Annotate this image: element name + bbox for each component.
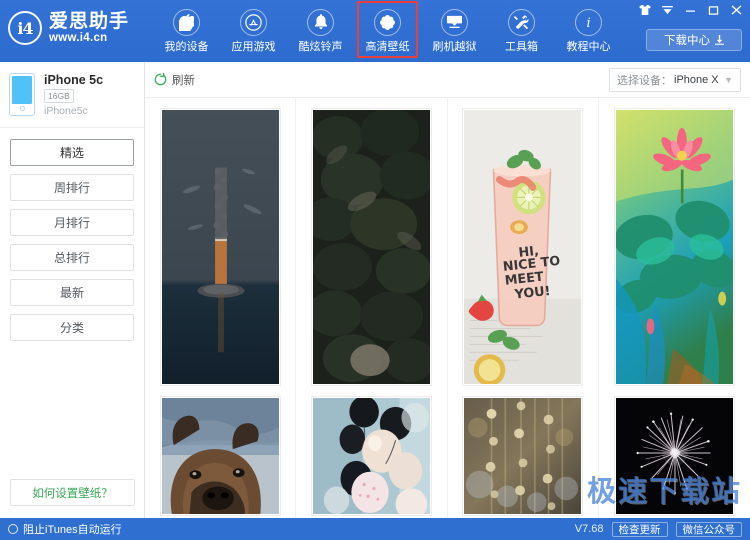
logo-url: www.i4.cn xyxy=(49,32,129,44)
lotus-painting-wallpaper[interactable] xyxy=(615,109,734,385)
cigarette-ash-wallpaper[interactable] xyxy=(161,109,280,385)
sidebar-item-categories[interactable]: 分类 xyxy=(10,314,134,341)
wallpaper-cell[interactable] xyxy=(296,98,447,389)
bokeh-lights-wallpaper[interactable] xyxy=(463,397,582,515)
nav-label: 刷机越狱 xyxy=(433,38,477,54)
download-arrow-icon xyxy=(715,35,724,45)
sidebar-item-monthly-rank[interactable]: 月排行 xyxy=(10,209,134,236)
device-name: iPhone 5c xyxy=(44,73,103,87)
nav-item-hd-wallpapers[interactable]: 高清壁纸 xyxy=(354,0,421,62)
nav-label: 工具箱 xyxy=(505,38,538,54)
sidebar-item-latest[interactable]: 最新 xyxy=(10,279,134,306)
wallpaper-cell[interactable] xyxy=(145,98,296,389)
window-controls xyxy=(637,3,744,17)
device-model: iPhone5c xyxy=(44,105,103,117)
sidebar-item-weekly-rank[interactable]: 周排行 xyxy=(10,174,134,201)
nav-item-apps-games[interactable]: 应用游戏 xyxy=(220,0,287,62)
refresh-icon xyxy=(154,73,167,86)
how-to-set-wallpaper-link[interactable]: 如何设置壁纸？ xyxy=(10,479,135,506)
device-select-dropdown[interactable]: 选择设备： iPhone X ▼ xyxy=(609,68,741,92)
minimize-icon[interactable] xyxy=(683,3,698,17)
nav-item-my-device[interactable]: 我的设备 xyxy=(153,0,220,62)
fireworks-wallpaper[interactable] xyxy=(615,397,734,515)
dark-leaves-wallpaper[interactable] xyxy=(312,109,431,385)
refresh-label: 刷新 xyxy=(172,72,195,88)
sidebar-item-total-rank[interactable]: 总排行 xyxy=(10,244,134,271)
wechat-official-button[interactable]: 微信公众号 xyxy=(676,522,743,537)
wallpaper-cell[interactable] xyxy=(145,389,296,519)
nav-item-tutorial-center[interactable]: i 教程中心 xyxy=(555,0,622,62)
bell-icon xyxy=(307,9,334,36)
iphone-icon xyxy=(9,73,35,116)
apple-icon xyxy=(173,9,200,36)
fruit-drink-wallpaper[interactable]: HI, NICE TO MEET YOU! xyxy=(463,109,582,385)
wallpaper-cell[interactable] xyxy=(296,389,447,519)
flower-icon xyxy=(374,9,401,36)
content-area: 刷新 选择设备： iPhone X ▼ xyxy=(145,62,750,518)
logo-title: 爱思助手 xyxy=(49,12,129,32)
app-window: i4 爱思助手 www.i4.cn 我的设备 应用游戏 xyxy=(0,0,750,540)
nav-item-flash-jailbreak[interactable]: 刷机越狱 xyxy=(421,0,488,62)
wallpaper-cell[interactable] xyxy=(448,389,599,519)
status-bar: 阻止iTunes自动运行 V7.68 检查更新 微信公众号 xyxy=(0,518,750,540)
dog-portrait-wallpaper[interactable] xyxy=(161,397,280,515)
content-toolbar: 刷新 选择设备： iPhone X ▼ xyxy=(145,62,750,98)
download-center-label: 下载中心 xyxy=(664,32,710,48)
chevron-down-icon[interactable] xyxy=(660,3,675,17)
nav-label: 教程中心 xyxy=(567,38,611,54)
wallpaper-cell[interactable]: HI, NICE TO MEET YOU! xyxy=(448,98,599,389)
close-icon[interactable] xyxy=(729,3,744,17)
nav-label: 酷炫铃声 xyxy=(299,38,343,54)
block-itunes-checkbox[interactable]: 阻止iTunes自动运行 xyxy=(8,521,122,537)
svg-text:i: i xyxy=(586,16,590,31)
version-label: V7.68 xyxy=(575,523,604,535)
nav-label: 我的设备 xyxy=(165,38,209,54)
app-logo: i4 爱思助手 www.i4.cn xyxy=(8,11,129,45)
wallpaper-cell[interactable] xyxy=(599,389,750,519)
check-update-button[interactable]: 检查更新 xyxy=(612,522,668,537)
main-nav: 我的设备 应用游戏 酷炫铃声 xyxy=(153,0,622,62)
block-itunes-label: 阻止iTunes自动运行 xyxy=(23,521,122,537)
maximize-icon[interactable] xyxy=(706,3,721,17)
device-capacity-badge: 16GB xyxy=(44,89,74,103)
nav-item-ringtones[interactable]: 酷炫铃声 xyxy=(287,0,354,62)
tools-icon xyxy=(508,9,535,36)
nav-label: 应用游戏 xyxy=(232,38,276,54)
sidebar-menu: 精选 周排行 月排行 总排行 最新 分类 xyxy=(0,128,144,341)
info-icon: i xyxy=(575,9,602,36)
i4-logo-icon: i4 xyxy=(8,11,42,45)
appstore-icon xyxy=(240,9,267,36)
wallpaper-grid: HI, NICE TO MEET YOU! xyxy=(145,98,750,518)
device-select-value: iPhone X xyxy=(674,74,719,86)
skin-icon[interactable] xyxy=(637,3,652,17)
app-header: i4 爱思助手 www.i4.cn 我的设备 应用游戏 xyxy=(0,0,750,62)
sidebar: iPhone 5c 16GB iPhone5c 精选 周排行 月排行 总排行 最… xyxy=(0,62,145,518)
flash-icon xyxy=(441,9,468,36)
nav-item-toolbox[interactable]: 工具箱 xyxy=(488,0,555,62)
device-card[interactable]: iPhone 5c 16GB iPhone5c xyxy=(0,62,144,128)
sidebar-item-featured[interactable]: 精选 xyxy=(10,139,134,166)
device-select-label: 选择设备： xyxy=(617,72,672,88)
refresh-button[interactable]: 刷新 xyxy=(154,72,195,88)
checkbox-icon xyxy=(8,524,18,534)
nav-label: 高清壁纸 xyxy=(366,38,410,54)
wallpaper-cell[interactable] xyxy=(599,98,750,389)
balloons-wallpaper[interactable] xyxy=(312,397,431,515)
download-center-button[interactable]: 下载中心 xyxy=(646,29,742,51)
chevron-down-icon: ▼ xyxy=(724,75,733,85)
